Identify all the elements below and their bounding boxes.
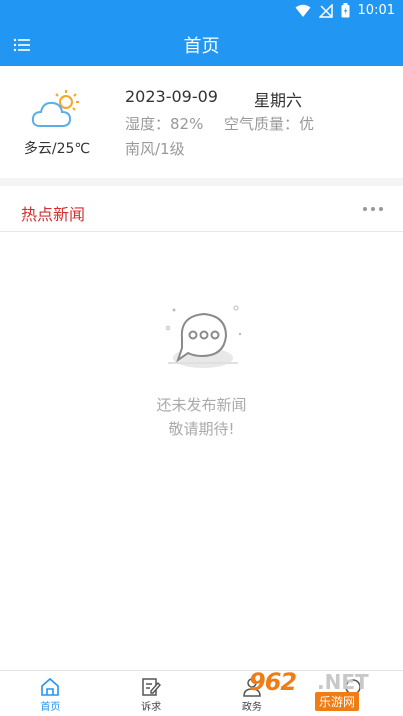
watermark-number: 962 [249,668,297,696]
status-icons: 10:01 [295,3,395,18]
weather-condition: 多云/25℃ [23,141,91,157]
tab-appeal[interactable]: 诉求 [101,671,202,716]
wifi-icon [295,4,311,17]
edit-icon [142,678,162,696]
partly-cloudy-icon [31,90,79,127]
tab-appeal-label: 诉求 [141,702,162,713]
weather-panel: 多云/25℃ 2023-09-09 星期六 湿度：82% 空气质量：优 南风/1… [0,66,403,178]
weather-wind: 南风/1级 [125,140,185,158]
battery-icon [341,3,350,18]
empty-chat-icon [166,305,242,368]
weather-weekday: 星期六 [254,91,303,110]
empty-message-line1: 还未发布新闻 [156,396,247,414]
more-icon[interactable] [361,199,385,219]
weather-date: 2023-09-09 [125,87,218,106]
watermark-cn: 乐游网 [315,692,360,711]
app-bar: 首页 [0,24,403,66]
weather-humidity: 湿度：82% [125,115,204,133]
tab-home-label: 首页 [40,702,61,713]
watermark-suffix: .NET [317,670,369,694]
site-watermark-logo: 962 .NET 乐游网 [249,668,397,712]
status-bar: 10:01 [0,0,403,24]
empty-message-line2: 敬请期待! [168,420,235,438]
page-title: 首页 [183,36,220,57]
home-icon [41,677,60,696]
weather-air-quality: 空气质量：优 [224,115,315,133]
no-signal-icon [318,3,333,18]
status-time: 10:01 [357,3,395,18]
news-section-title: 热点新闻 [21,205,86,224]
tab-home[interactable]: 首页 [0,671,101,716]
news-section-header: 热点新闻 [0,178,403,232]
